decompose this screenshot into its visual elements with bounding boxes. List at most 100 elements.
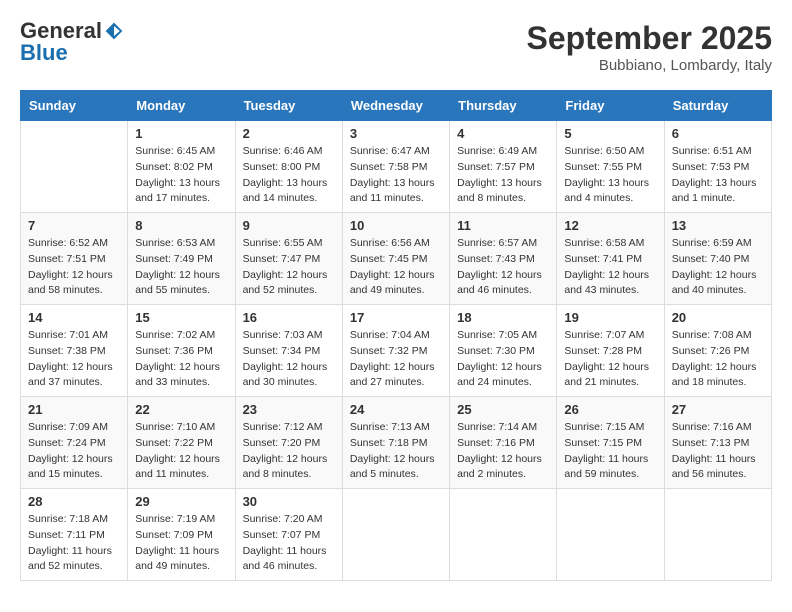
day-info: Sunrise: 7:07 AM Sunset: 7:28 PM Dayligh…: [564, 328, 656, 391]
day-number: 30: [243, 494, 335, 509]
sunrise-text: Sunrise: 7:20 AM: [243, 513, 323, 525]
sunrise-text: Sunrise: 7:03 AM: [243, 329, 323, 341]
day-number: 15: [135, 310, 227, 325]
daylight-text: Daylight: 13 hours and 8 minutes.: [457, 177, 542, 205]
calendar-week-row: 21 Sunrise: 7:09 AM Sunset: 7:24 PM Dayl…: [21, 397, 772, 489]
month-title: September 2025: [527, 20, 772, 57]
sunset-text: Sunset: 7:11 PM: [28, 529, 105, 541]
sunrise-text: Sunrise: 6:46 AM: [243, 145, 323, 157]
day-info: Sunrise: 6:59 AM Sunset: 7:40 PM Dayligh…: [672, 236, 764, 299]
sunrise-text: Sunrise: 6:52 AM: [28, 237, 108, 249]
daylight-text: Daylight: 11 hours and 56 minutes.: [672, 453, 756, 481]
logo-blue-text: Blue: [20, 42, 68, 64]
calendar-header-row: SundayMondayTuesdayWednesdayThursdayFrid…: [21, 91, 772, 121]
day-number: 21: [28, 402, 120, 417]
daylight-text: Daylight: 12 hours and 46 minutes.: [457, 269, 542, 297]
daylight-text: Daylight: 11 hours and 46 minutes.: [243, 545, 327, 573]
day-info: Sunrise: 6:55 AM Sunset: 7:47 PM Dayligh…: [243, 236, 335, 299]
sunset-text: Sunset: 7:13 PM: [672, 437, 750, 449]
sunrise-text: Sunrise: 6:57 AM: [457, 237, 537, 249]
day-info: Sunrise: 6:50 AM Sunset: 7:55 PM Dayligh…: [564, 144, 656, 207]
day-number: 8: [135, 218, 227, 233]
day-number: 13: [672, 218, 764, 233]
sunset-text: Sunset: 7:22 PM: [135, 437, 213, 449]
calendar-cell: 30 Sunrise: 7:20 AM Sunset: 7:07 PM Dayl…: [235, 489, 342, 581]
sunset-text: Sunset: 7:51 PM: [28, 253, 106, 265]
day-info: Sunrise: 6:45 AM Sunset: 8:02 PM Dayligh…: [135, 144, 227, 207]
weekday-header-monday: Monday: [128, 91, 235, 121]
daylight-text: Daylight: 12 hours and 33 minutes.: [135, 361, 220, 389]
day-number: 17: [350, 310, 442, 325]
sunset-text: Sunset: 7:15 PM: [564, 437, 642, 449]
calendar-cell: 11 Sunrise: 6:57 AM Sunset: 7:43 PM Dayl…: [450, 213, 557, 305]
daylight-text: Daylight: 12 hours and 49 minutes.: [350, 269, 435, 297]
calendar-cell: 15 Sunrise: 7:02 AM Sunset: 7:36 PM Dayl…: [128, 305, 235, 397]
day-info: Sunrise: 6:47 AM Sunset: 7:58 PM Dayligh…: [350, 144, 442, 207]
daylight-text: Daylight: 12 hours and 55 minutes.: [135, 269, 220, 297]
sunset-text: Sunset: 7:20 PM: [243, 437, 321, 449]
day-info: Sunrise: 7:03 AM Sunset: 7:34 PM Dayligh…: [243, 328, 335, 391]
sunrise-text: Sunrise: 7:12 AM: [243, 421, 323, 433]
sunset-text: Sunset: 7:30 PM: [457, 345, 535, 357]
sunset-text: Sunset: 7:36 PM: [135, 345, 213, 357]
day-number: 6: [672, 126, 764, 141]
day-number: 12: [564, 218, 656, 233]
calendar-cell: 19 Sunrise: 7:07 AM Sunset: 7:28 PM Dayl…: [557, 305, 664, 397]
calendar-cell: [664, 489, 771, 581]
sunrise-text: Sunrise: 7:05 AM: [457, 329, 537, 341]
calendar-table: SundayMondayTuesdayWednesdayThursdayFrid…: [20, 90, 772, 581]
day-info: Sunrise: 7:05 AM Sunset: 7:30 PM Dayligh…: [457, 328, 549, 391]
day-info: Sunrise: 7:18 AM Sunset: 7:11 PM Dayligh…: [28, 512, 120, 575]
page-header: General Blue September 2025 Bubbiano, Lo…: [20, 20, 772, 74]
daylight-text: Daylight: 13 hours and 1 minute.: [672, 177, 757, 205]
daylight-text: Daylight: 11 hours and 49 minutes.: [135, 545, 219, 573]
calendar-week-row: 7 Sunrise: 6:52 AM Sunset: 7:51 PM Dayli…: [21, 213, 772, 305]
daylight-text: Daylight: 12 hours and 52 minutes.: [243, 269, 328, 297]
daylight-text: Daylight: 12 hours and 24 minutes.: [457, 361, 542, 389]
sunset-text: Sunset: 7:18 PM: [350, 437, 428, 449]
day-info: Sunrise: 6:56 AM Sunset: 7:45 PM Dayligh…: [350, 236, 442, 299]
daylight-text: Daylight: 12 hours and 15 minutes.: [28, 453, 113, 481]
day-info: Sunrise: 7:04 AM Sunset: 7:32 PM Dayligh…: [350, 328, 442, 391]
calendar-cell: 24 Sunrise: 7:13 AM Sunset: 7:18 PM Dayl…: [342, 397, 449, 489]
sunset-text: Sunset: 8:02 PM: [135, 161, 213, 173]
day-info: Sunrise: 7:01 AM Sunset: 7:38 PM Dayligh…: [28, 328, 120, 391]
daylight-text: Daylight: 12 hours and 21 minutes.: [564, 361, 649, 389]
day-info: Sunrise: 6:58 AM Sunset: 7:41 PM Dayligh…: [564, 236, 656, 299]
calendar-cell: 1 Sunrise: 6:45 AM Sunset: 8:02 PM Dayli…: [128, 121, 235, 213]
calendar-cell: 13 Sunrise: 6:59 AM Sunset: 7:40 PM Dayl…: [664, 213, 771, 305]
calendar-cell: 10 Sunrise: 6:56 AM Sunset: 7:45 PM Dayl…: [342, 213, 449, 305]
sunrise-text: Sunrise: 7:10 AM: [135, 421, 215, 433]
sunset-text: Sunset: 7:38 PM: [28, 345, 106, 357]
day-info: Sunrise: 7:10 AM Sunset: 7:22 PM Dayligh…: [135, 420, 227, 483]
calendar-cell: 29 Sunrise: 7:19 AM Sunset: 7:09 PM Dayl…: [128, 489, 235, 581]
day-number: 29: [135, 494, 227, 509]
daylight-text: Daylight: 12 hours and 8 minutes.: [243, 453, 328, 481]
day-info: Sunrise: 7:14 AM Sunset: 7:16 PM Dayligh…: [457, 420, 549, 483]
calendar-cell: [342, 489, 449, 581]
day-number: 25: [457, 402, 549, 417]
day-number: 4: [457, 126, 549, 141]
calendar-cell: 16 Sunrise: 7:03 AM Sunset: 7:34 PM Dayl…: [235, 305, 342, 397]
calendar-week-row: 1 Sunrise: 6:45 AM Sunset: 8:02 PM Dayli…: [21, 121, 772, 213]
calendar-cell: 25 Sunrise: 7:14 AM Sunset: 7:16 PM Dayl…: [450, 397, 557, 489]
day-number: 26: [564, 402, 656, 417]
calendar-cell: 3 Sunrise: 6:47 AM Sunset: 7:58 PM Dayli…: [342, 121, 449, 213]
calendar-cell: [450, 489, 557, 581]
sunset-text: Sunset: 7:58 PM: [350, 161, 428, 173]
daylight-text: Daylight: 12 hours and 43 minutes.: [564, 269, 649, 297]
sunset-text: Sunset: 7:41 PM: [564, 253, 642, 265]
weekday-header-saturday: Saturday: [664, 91, 771, 121]
sunrise-text: Sunrise: 7:14 AM: [457, 421, 537, 433]
calendar-week-row: 14 Sunrise: 7:01 AM Sunset: 7:38 PM Dayl…: [21, 305, 772, 397]
sunset-text: Sunset: 7:26 PM: [672, 345, 750, 357]
sunrise-text: Sunrise: 6:59 AM: [672, 237, 752, 249]
day-info: Sunrise: 7:02 AM Sunset: 7:36 PM Dayligh…: [135, 328, 227, 391]
sunrise-text: Sunrise: 6:51 AM: [672, 145, 752, 157]
day-number: 28: [28, 494, 120, 509]
calendar-cell: 26 Sunrise: 7:15 AM Sunset: 7:15 PM Dayl…: [557, 397, 664, 489]
day-number: 2: [243, 126, 335, 141]
sunset-text: Sunset: 7:28 PM: [564, 345, 642, 357]
calendar-cell: 9 Sunrise: 6:55 AM Sunset: 7:47 PM Dayli…: [235, 213, 342, 305]
logo: General Blue: [20, 20, 124, 64]
